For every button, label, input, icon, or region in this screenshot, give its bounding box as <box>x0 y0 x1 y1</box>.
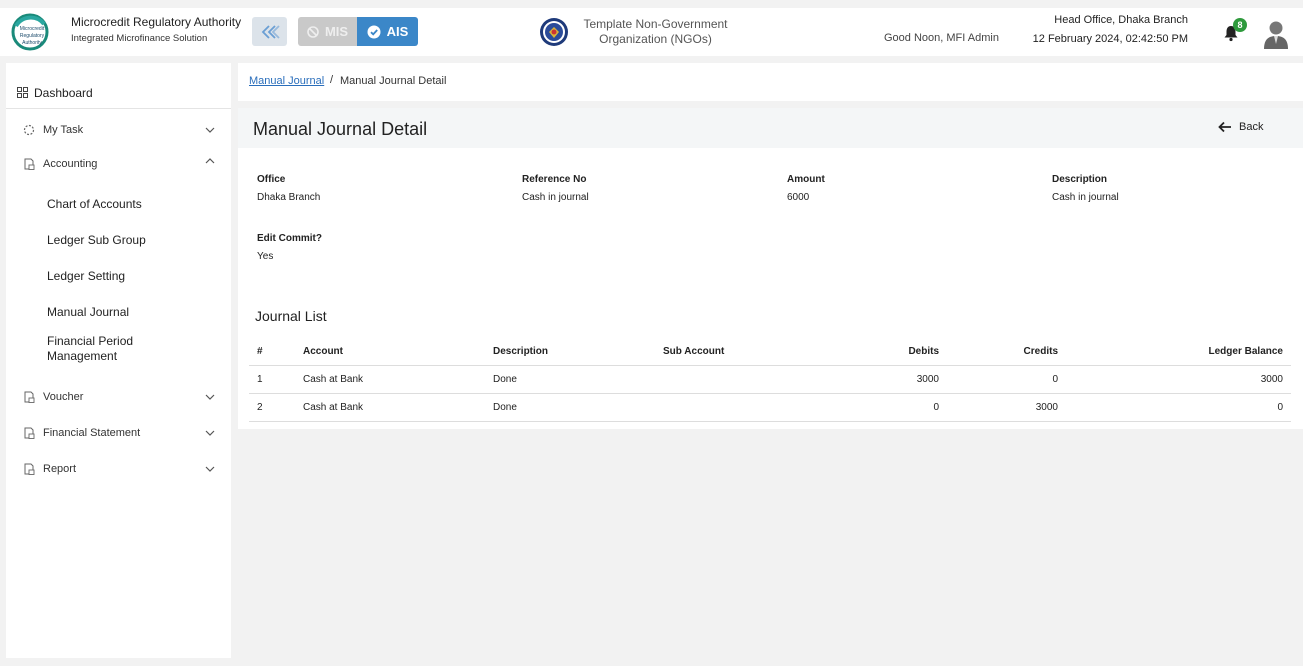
sidebar-item-label: Report <box>43 463 77 475</box>
document-icon <box>24 158 35 170</box>
table-cell: Done <box>485 393 655 422</box>
amount-value: 6000 <box>787 192 810 203</box>
breadcrumb-separator: / <box>330 74 334 86</box>
reference-no-value: Cash in journal <box>522 192 589 203</box>
sidebar-subitem-ledger-setting[interactable]: Ledger Setting <box>47 269 125 284</box>
column-header: Description <box>485 338 655 366</box>
sidebar-item-label: Voucher <box>43 391 84 403</box>
column-header: Credits <box>947 338 1066 366</box>
ais-toggle-button[interactable]: AIS <box>357 17 418 46</box>
sidebar-item-label: Dashboard <box>34 85 93 100</box>
sidebar-item-financial-statement[interactable]: Financial Statement <box>6 421 231 445</box>
breadcrumb-link-manual-journal[interactable]: Manual Journal <box>249 75 324 87</box>
sidebar-subitem-chart-of-accounts[interactable]: Chart of Accounts <box>47 197 142 212</box>
sidebar-item-label: Accounting <box>43 158 98 170</box>
column-header: Sub Account <box>655 338 790 366</box>
table-cell: Cash at Bank <box>295 393 485 422</box>
document-icon <box>24 463 35 475</box>
user-avatar-icon[interactable] <box>1262 19 1290 49</box>
top-header: Microcredit Regulatory Authority Microcr… <box>0 8 1303 56</box>
sidebar: Dashboard My Task Accounting Chart of Ac… <box>6 63 231 658</box>
double-chevron-left-icon <box>261 24 280 39</box>
table-cell: Done <box>485 365 655 394</box>
notification-count-badge: 8 <box>1233 18 1247 32</box>
ban-icon <box>307 25 319 38</box>
document-icon <box>24 427 35 439</box>
office-value: Dhaka Branch <box>257 192 321 203</box>
app-subtitle: Integrated Microfinance Solution <box>71 33 208 44</box>
table-cell: 1 <box>249 365 295 394</box>
journal-list-title: Journal List <box>255 308 327 324</box>
table-cell: Cash at Bank <box>295 365 485 394</box>
table-cell: 0 <box>1066 393 1291 422</box>
chevron-down-icon <box>205 430 215 436</box>
breadcrumb-current: Manual Journal Detail <box>340 75 447 87</box>
column-header: Debits <box>790 338 947 366</box>
sidebar-item-my-task[interactable]: My Task <box>6 118 231 142</box>
chevron-down-icon <box>205 394 215 400</box>
back-label: Back <box>1239 121 1264 133</box>
sidebar-item-report[interactable]: Report <box>6 457 231 481</box>
current-datetime: 12 February 2024, 02:42:50 PM <box>1032 33 1188 45</box>
org-seal-icon <box>540 18 568 46</box>
column-header: Account <box>295 338 485 366</box>
table-row: 1 Cash at Bank Done 3000 0 3000 <box>249 365 1291 394</box>
journal-table: # Account Description Sub Account Debits… <box>249 338 1291 422</box>
reference-no-label: Reference No <box>522 174 587 185</box>
svg-text:Authority: Authority <box>22 40 42 46</box>
chevron-down-icon <box>205 466 215 472</box>
sidebar-item-label: Financial Statement <box>43 427 141 439</box>
column-header: # <box>249 338 295 366</box>
table-cell: 0 <box>947 365 1066 394</box>
grid-icon <box>17 87 28 98</box>
edit-commit-label: Edit Commit? <box>257 233 322 244</box>
back-button[interactable]: Back <box>1218 121 1263 133</box>
table-cell <box>655 393 790 422</box>
table-cell: 3000 <box>790 365 947 394</box>
sidebar-subitem-manual-journal[interactable]: Manual Journal <box>47 305 129 320</box>
mra-logo: Microcredit Regulatory Authority <box>11 13 49 51</box>
table-cell: 0 <box>790 393 947 422</box>
user-greeting: Good Noon, MFI Admin <box>884 32 999 44</box>
sidebar-item-voucher[interactable]: Voucher <box>6 385 231 409</box>
table-header-row: # Account Description Sub Account Debits… <box>249 338 1291 366</box>
collapse-sidebar-button[interactable] <box>252 17 287 46</box>
card-header: Manual Journal Detail Back <box>238 108 1303 148</box>
edit-commit-value: Yes <box>257 251 274 262</box>
table-cell: 3000 <box>947 393 1066 422</box>
sidebar-item-label: My Task <box>43 124 84 136</box>
branch-name: Head Office, Dhaka Branch <box>1054 14 1188 26</box>
organization-name: Template Non-Government Organization (NG… <box>583 17 728 46</box>
mis-toggle-button[interactable]: MIS <box>298 17 357 46</box>
ais-label: AIS <box>386 24 409 39</box>
check-circle-icon <box>367 25 381 38</box>
app-title: Microcredit Regulatory Authority <box>71 15 242 29</box>
arrow-left-icon <box>1218 121 1231 133</box>
journal-detail-card: Manual Journal Detail Back Office Dhaka … <box>238 108 1303 429</box>
table-cell: 2 <box>249 393 295 422</box>
table-cell: 3000 <box>1066 365 1291 394</box>
office-label: Office <box>257 174 286 185</box>
page-title: Manual Journal Detail <box>253 119 428 139</box>
description-value: Cash in journal <box>1052 192 1119 203</box>
sidebar-subitem-ledger-sub-group[interactable]: Ledger Sub Group <box>47 233 146 248</box>
chevron-down-icon <box>205 127 215 133</box>
sidebar-item-accounting[interactable]: Accounting <box>6 152 231 176</box>
table-cell <box>655 365 790 394</box>
document-icon <box>24 391 35 403</box>
column-header: Ledger Balance <box>1066 338 1291 366</box>
table-row: 2 Cash at Bank Done 0 3000 0 <box>249 393 1291 422</box>
amount-label: Amount <box>787 174 825 185</box>
svg-text:Regulatory: Regulatory <box>20 33 45 39</box>
sidebar-subitem-financial-period-management[interactable]: Financial Period Management <box>47 334 167 364</box>
spinner-icon <box>23 124 35 136</box>
sidebar-item-dashboard[interactable]: Dashboard <box>6 77 231 109</box>
svg-text:Microcredit: Microcredit <box>20 26 45 32</box>
chevron-up-icon <box>205 158 215 164</box>
mis-label: MIS <box>324 24 349 39</box>
breadcrumb: Manual Journal / Manual Journal Detail <box>238 63 1303 101</box>
description-label: Description <box>1052 174 1108 185</box>
